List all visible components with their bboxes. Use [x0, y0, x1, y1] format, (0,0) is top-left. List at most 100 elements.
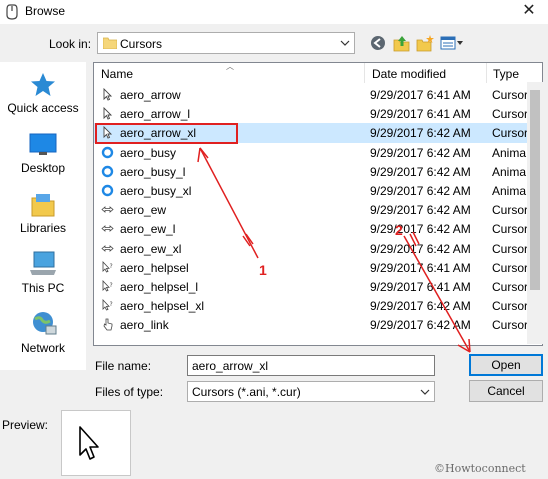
close-button[interactable]: ✕	[520, 1, 538, 21]
file-row[interactable]: aero_link 9/29/2017 6:42 AM Cursor	[94, 315, 542, 334]
column-divider[interactable]	[364, 63, 365, 83]
title-bar: Browse ✕	[0, 0, 548, 24]
file-type: Cursor	[492, 88, 529, 102]
network-icon	[33, 312, 57, 335]
cancel-button[interactable]: Cancel	[469, 380, 543, 402]
svg-text:?: ?	[110, 301, 113, 308]
file-type: Cursor	[492, 279, 529, 294]
file-row[interactable]: aero_arrow_xl 9/29/2017 6:42 AM Cursor	[94, 123, 542, 143]
ew-resize-cursor-icon	[101, 244, 114, 252]
file-date: 9/29/2017 6:42 AM	[370, 164, 471, 179]
file-rows: aero_arrow 9/29/2017 6:41 AM Cursor aero_ar…	[94, 85, 542, 334]
file-name: aero_helpsel_xl	[120, 299, 205, 314]
window-title: Browse	[25, 4, 66, 18]
hand-cursor-icon	[103, 318, 113, 331]
file-row[interactable]: aero_ew 9/29/2017 6:42 AM Cursor	[94, 200, 542, 219]
filetype-dropdown[interactable]: Cursors (*.ani, *.cur)	[187, 381, 435, 402]
place-label: Network	[20, 341, 65, 355]
computer-icon	[30, 251, 56, 275]
vertical-scrollbar[interactable]	[527, 82, 543, 344]
file-type: Cursor	[492, 107, 529, 122]
file-name: aero_link	[120, 318, 169, 333]
column-date-modified[interactable]: Date modified	[372, 67, 446, 81]
lookin-label: Look in:	[49, 37, 92, 51]
file-type: Cursor	[492, 203, 529, 218]
busy-cursor-icon	[101, 146, 114, 158]
new-folder-icon[interactable]	[416, 33, 434, 53]
file-row[interactable]: aero_busy_xl 9/29/2017 6:42 AM Anima	[94, 181, 542, 200]
scrollbar-thumb[interactable]	[530, 90, 540, 290]
app-icon	[6, 4, 18, 20]
file-type: Cursor	[492, 260, 529, 275]
file-row[interactable]: aero_ew_xl 9/29/2017 6:42 AM Cursor	[94, 239, 542, 258]
file-list[interactable]: ︿ Name Date modified Type aero_arrow 9/29…	[93, 62, 543, 346]
desktop-icon	[29, 133, 57, 155]
places-bar: Quick access Desktop Libraries This PC N…	[0, 62, 86, 370]
file-type: Cursor	[492, 241, 529, 256]
libraries-icon	[31, 194, 55, 217]
svg-text:?: ?	[110, 263, 113, 270]
arrow-cursor-icon	[103, 107, 113, 120]
file-name: aero_busy_l	[120, 164, 186, 179]
lookin-dropdown[interactable]: Cursors	[97, 32, 355, 54]
file-name: aero_helpsel_l	[120, 279, 199, 294]
file-row[interactable]: aero_arrow_l 9/29/2017 6:41 AM Cursor	[94, 104, 542, 123]
file-date: 9/29/2017 6:41 AM	[370, 88, 471, 102]
up-folder-icon[interactable]	[393, 33, 411, 53]
file-date: 9/29/2017 6:42 AM	[370, 145, 471, 160]
back-icon[interactable]	[369, 33, 387, 53]
filename-input[interactable]: aero_arrow_xl	[187, 355, 435, 376]
place-label: Libraries	[19, 221, 67, 235]
file-row[interactable]: ? aero_helpsel_l 9/29/2017 6:41 AM Cursor	[94, 277, 542, 296]
file-row[interactable]: aero_arrow 9/29/2017 6:41 AM Cursor	[94, 85, 542, 104]
svg-text:?: ?	[110, 282, 113, 289]
file-type: Anima	[492, 183, 527, 198]
file-name: aero_arrow_xl	[120, 126, 197, 141]
file-row[interactable]: aero_busy_l 9/29/2017 6:42 AM Anima	[94, 162, 542, 181]
filetype-value: Cursors (*.ani, *.cur)	[192, 385, 301, 399]
file-row[interactable]: aero_busy 9/29/2017 6:42 AM Anima	[94, 143, 542, 162]
file-date: 9/29/2017 6:42 AM	[370, 222, 471, 237]
file-date: 9/29/2017 6:42 AM	[370, 241, 471, 256]
place-desktop[interactable]: Desktop	[0, 132, 86, 175]
column-name[interactable]: Name	[101, 67, 133, 81]
help-cursor-icon: ?	[102, 299, 113, 311]
file-name: aero_arrow_l	[120, 107, 191, 122]
help-cursor-icon: ?	[102, 260, 113, 273]
open-button[interactable]: Open	[469, 354, 543, 376]
file-name: aero_ew_l	[120, 222, 176, 237]
star-icon	[31, 73, 55, 96]
place-quick-access[interactable]: Quick access	[0, 72, 86, 115]
chevron-down-icon	[340, 40, 350, 46]
file-type: Anima	[492, 145, 527, 160]
column-type[interactable]: Type	[493, 67, 519, 81]
arrow-cursor-icon	[103, 126, 113, 139]
file-name: aero_helpsel	[120, 260, 189, 275]
filetype-label: Files of type:	[95, 385, 164, 399]
view-menu-icon[interactable]	[440, 33, 464, 53]
column-header-row: ︿ Name Date modified Type	[94, 63, 542, 83]
file-row[interactable]: aero_ew_l 9/29/2017 6:42 AM Cursor	[94, 219, 542, 238]
file-date: 9/29/2017 6:42 AM	[370, 299, 471, 314]
file-row[interactable]: ? aero_helpsel 9/29/2017 6:41 AM Cursor	[94, 258, 542, 277]
file-name: aero_ew_xl	[120, 241, 182, 256]
place-this-pc[interactable]: This PC	[0, 250, 86, 295]
column-divider[interactable]	[486, 63, 487, 83]
place-libraries[interactable]: Libraries	[0, 192, 86, 235]
file-row[interactable]: ? aero_helpsel_xl 9/29/2017 6:42 AM Cursor	[94, 296, 542, 315]
ew-resize-cursor-icon	[101, 225, 114, 233]
file-name: aero_busy_xl	[120, 183, 192, 198]
preview-pane	[61, 410, 131, 476]
file-date: 9/29/2017 6:42 AM	[370, 126, 471, 141]
busy-cursor-icon	[101, 184, 114, 197]
watermark: ©Howtoconnect	[434, 462, 526, 475]
lookin-value: Cursors	[120, 37, 163, 51]
file-name: aero_busy	[120, 145, 177, 160]
place-label: This PC	[21, 281, 65, 295]
file-date: 9/29/2017 6:41 AM	[370, 279, 471, 294]
file-type: Cursor	[492, 126, 529, 141]
filename-label: File name:	[95, 359, 152, 373]
sort-up-icon: ︿	[226, 62, 234, 71]
place-network[interactable]: Network	[0, 310, 86, 355]
file-name: aero_ew	[120, 203, 167, 218]
